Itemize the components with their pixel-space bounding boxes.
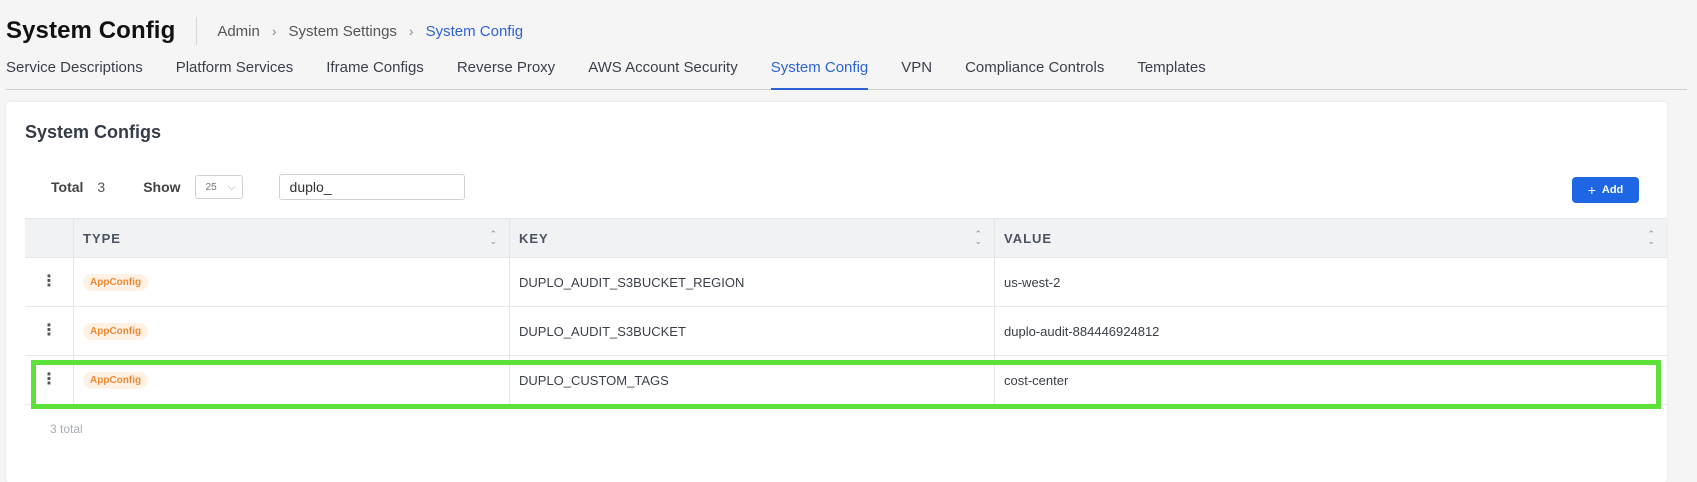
table-row: ⋮ AppConfig DUPLO_CUSTOM_TAGS cost-cente…: [25, 356, 1667, 405]
table-header-row: TYPE ⌃ ⌄ KEY ⌃ ⌄ VALUE ⌃ ⌄: [25, 218, 1667, 258]
add-button-label: Add: [1601, 184, 1624, 196]
page-title: System Config: [6, 17, 176, 44]
key-text: DUPLO_AUDIT_S3BUCKET: [519, 323, 686, 339]
table-controls: Total 3 Show 25 ⌵: [51, 174, 465, 200]
footer-total: 3 total: [50, 422, 83, 436]
table-row: ⋮ AppConfig DUPLO_AUDIT_S3BUCKET duplo-a…: [25, 307, 1667, 356]
column-header-type[interactable]: TYPE ⌃ ⌄: [74, 219, 510, 257]
value-text: duplo-audit-884446924812: [1004, 323, 1160, 339]
tab-templates[interactable]: Templates: [1137, 55, 1205, 89]
search-input[interactable]: [278, 174, 465, 200]
tab-system-config[interactable]: System Config: [770, 55, 868, 90]
key-cell: DUPLO_AUDIT_S3BUCKET: [510, 307, 995, 355]
page-size-value: 25: [205, 181, 217, 193]
value-cell: duplo-audit-884446924812: [995, 307, 1667, 355]
sort-icon[interactable]: ⌃ ⌄: [1647, 230, 1655, 246]
row-actions-cell: ⋮: [25, 356, 74, 404]
column-header-value[interactable]: VALUE ⌃ ⌄: [995, 219, 1667, 257]
value-cell: cost-center: [995, 356, 1667, 404]
page-size-select[interactable]: 25 ⌵: [194, 175, 243, 199]
chevron-down-icon: ⌵: [227, 181, 236, 193]
row-actions-cell: ⋮: [25, 258, 74, 306]
total-label: Total: [51, 179, 84, 195]
breadcrumb: Admin › System Settings › System Config: [217, 23, 523, 40]
tab-platform-services[interactable]: Platform Services: [176, 55, 294, 89]
card-title: System Configs: [25, 122, 162, 142]
breadcrumb-system-settings[interactable]: System Settings: [289, 23, 397, 40]
type-cell: AppConfig: [74, 356, 510, 404]
key-cell: DUPLO_CUSTOM_TAGS: [510, 356, 995, 404]
key-cell: DUPLO_AUDIT_S3BUCKET_REGION: [510, 258, 995, 306]
kebab-menu-icon[interactable]: ⋮: [41, 323, 57, 339]
total-count: 3: [97, 179, 106, 195]
sort-icon[interactable]: ⌃ ⌄: [974, 230, 982, 246]
tab-vpn[interactable]: VPN: [901, 55, 932, 89]
type-badge: AppConfig: [83, 371, 149, 389]
type-cell: AppConfig: [74, 258, 510, 306]
page-header: System Config Admin › System Settings › …: [6, 14, 523, 48]
column-header-key[interactable]: KEY ⌃ ⌄: [510, 219, 995, 257]
table-row: ⋮ AppConfig DUPLO_AUDIT_S3BUCKET_REGION …: [25, 258, 1667, 307]
tab-iframe-configs[interactable]: Iframe Configs: [326, 55, 424, 89]
column-header-type-label: TYPE: [83, 230, 121, 246]
show-label: Show: [143, 179, 181, 195]
tab-reverse-proxy[interactable]: Reverse Proxy: [457, 55, 555, 89]
tab-aws-account-security[interactable]: AWS Account Security: [588, 55, 738, 89]
system-configs-card: System Configs Total 3 Show 25 ⌵ + Add T…: [6, 102, 1667, 482]
type-cell: AppConfig: [74, 307, 510, 355]
value-text: cost-center: [1004, 372, 1069, 388]
type-badge: AppConfig: [83, 273, 149, 291]
chevron-right-icon: ›: [408, 23, 414, 39]
plus-icon: +: [1587, 182, 1596, 198]
value-cell: us-west-2: [995, 258, 1667, 306]
kebab-menu-icon[interactable]: ⋮: [41, 372, 57, 388]
add-button[interactable]: + Add: [1572, 177, 1639, 203]
tab-bar: Service Descriptions Platform Services I…: [6, 55, 1687, 90]
header-actions-cell: [25, 219, 74, 257]
chevron-right-icon: ›: [271, 23, 277, 39]
row-actions-cell: ⋮: [25, 307, 74, 355]
kebab-menu-icon[interactable]: ⋮: [41, 274, 57, 290]
tab-service-descriptions[interactable]: Service Descriptions: [6, 55, 143, 89]
type-badge: AppConfig: [83, 322, 149, 340]
key-text: DUPLO_AUDIT_S3BUCKET_REGION: [519, 274, 745, 290]
key-text: DUPLO_CUSTOM_TAGS: [519, 372, 669, 388]
sort-icon[interactable]: ⌃ ⌄: [489, 230, 497, 246]
breadcrumb-system-config[interactable]: System Config: [426, 23, 524, 40]
column-header-value-label: VALUE: [1004, 230, 1053, 246]
column-header-key-label: KEY: [519, 230, 549, 246]
breadcrumb-admin[interactable]: Admin: [217, 23, 260, 40]
tab-compliance-controls[interactable]: Compliance Controls: [965, 55, 1104, 89]
system-configs-table: TYPE ⌃ ⌄ KEY ⌃ ⌄ VALUE ⌃ ⌄ ⋮ AppConfig DUPL…: [25, 218, 1667, 405]
value-text: us-west-2: [1004, 274, 1061, 290]
header-divider: [196, 17, 198, 45]
